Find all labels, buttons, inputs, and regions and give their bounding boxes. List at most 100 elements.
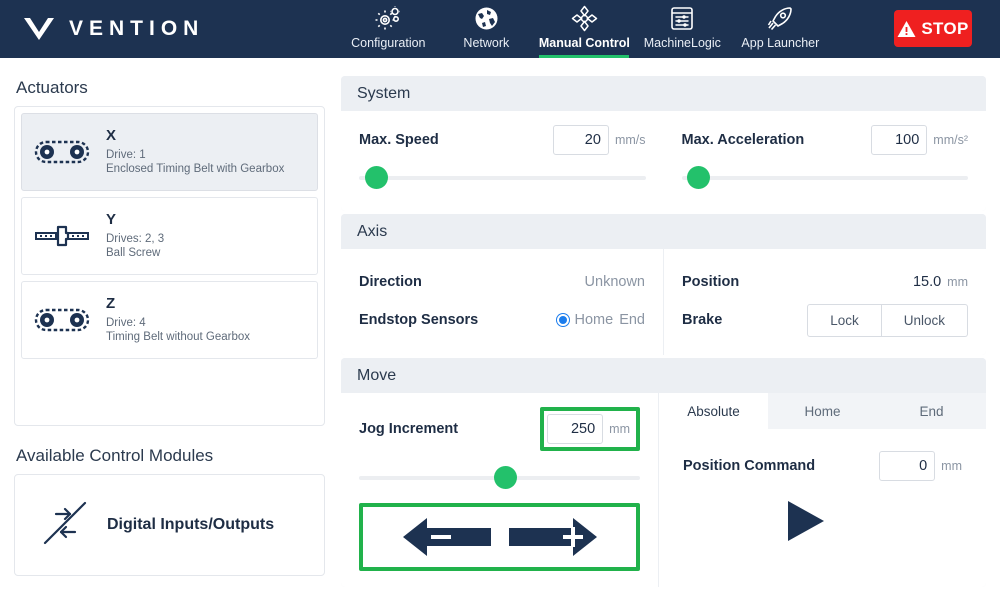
position-command-input[interactable]	[879, 451, 936, 481]
module-label: Digital Inputs/Outputs	[107, 516, 275, 533]
axis-panel-title: Axis	[341, 214, 986, 249]
module-item-digital-io[interactable]: Digital Inputs/Outputs	[14, 474, 325, 576]
actuator-info: Y Drives: 2, 3 Ball Screw	[106, 211, 164, 261]
max-acceleration-label: Max. Acceleration	[681, 132, 805, 148]
stop-button-label: STOP	[921, 18, 969, 38]
nav-item-configuration[interactable]: Configuration	[339, 0, 437, 58]
nav-label: App Launcher	[741, 36, 820, 50]
rocket-icon	[767, 5, 793, 32]
actuator-drive: Drive: 1	[106, 149, 146, 161]
actuator-item-y[interactable]: Y Drives: 2, 3 Ball Screw	[21, 197, 318, 275]
system-panel-title: System	[341, 76, 986, 111]
axis-panel: Axis Direction Unknown Endstop Sensors H…	[341, 214, 986, 355]
jog-increment-highlight: mm	[540, 407, 640, 451]
position-row: Position 15.0 mm	[682, 263, 968, 301]
slider-thumb[interactable]	[364, 166, 388, 189]
actuators-list: X Drive: 1 Enclosed Timing Belt with Gea…	[14, 106, 325, 426]
globe-icon	[474, 5, 499, 32]
stop-button[interactable]: STOP	[894, 10, 972, 47]
jog-increment-label: Jog Increment	[359, 421, 459, 437]
axis-status-group: Direction Unknown Endstop Sensors Home E…	[341, 249, 664, 355]
sliders-window-icon	[670, 5, 694, 32]
max-acceleration-group: Max. Acceleration mm/s²	[664, 111, 987, 211]
nav-item-machinelogic[interactable]: MachineLogic	[633, 0, 731, 58]
brake-row: Brake Lock Unlock	[682, 301, 968, 339]
jog-increment-unit: mm	[609, 422, 630, 436]
modules-title: Available Control Modules	[16, 446, 214, 465]
io-arrows-icon	[39, 497, 91, 554]
brake-unlock-button[interactable]: Unlock	[881, 303, 968, 337]
position-command-numbox: mm	[879, 451, 962, 481]
direction-row: Direction Unknown	[359, 263, 645, 301]
actuator-item-x[interactable]: X Drive: 1 Enclosed Timing Belt with Gea…	[21, 113, 318, 191]
position-unit: mm	[947, 275, 968, 289]
jog-buttons-highlight	[359, 503, 640, 571]
nav-items: Configuration Network Manual Control Mac…	[339, 0, 829, 58]
jog-increment-input[interactable]	[547, 414, 604, 444]
actuator-name: X	[106, 127, 117, 145]
warning-triangle-icon	[897, 20, 916, 37]
endstop-row: Endstop Sensors Home End	[359, 301, 645, 339]
max-acceleration-numbox: mm/s²	[871, 125, 968, 155]
actuator-name: Z	[106, 295, 116, 313]
actuator-name: Y	[106, 211, 117, 229]
move-action-buttons	[683, 499, 962, 546]
actuator-type: Enclosed Timing Belt with Gearbox	[106, 163, 285, 176]
arrow-left-minus-icon	[402, 518, 491, 556]
position-command-label: Position Command	[683, 458, 816, 474]
nav-label: Configuration	[351, 36, 426, 50]
move-axis-icon	[571, 5, 598, 32]
move-panel-title: Move	[341, 358, 986, 393]
position-label: Position	[682, 274, 740, 290]
nav-item-manual-control[interactable]: Manual Control	[535, 0, 633, 58]
max-speed-label: Max. Speed	[359, 132, 439, 148]
slider-thumb[interactable]	[493, 466, 517, 489]
slider-thumb[interactable]	[687, 166, 711, 189]
max-acceleration-slider[interactable]	[681, 165, 968, 191]
ball-screw-icon	[32, 222, 92, 250]
tab-end[interactable]: End	[877, 393, 986, 429]
max-speed-group: Max. Speed mm/s	[341, 111, 664, 211]
brand-name: VENTION	[69, 17, 205, 40]
actuator-drive: Drives: 2, 3	[106, 233, 165, 245]
max-speed-slider[interactable]	[359, 165, 646, 191]
max-acceleration-input[interactable]	[871, 125, 928, 155]
play-button[interactable]	[784, 499, 826, 546]
system-panel-body: Max. Speed mm/s Max. Acceleration	[341, 111, 986, 211]
move-panel-body: Jog Increment mm	[341, 393, 986, 587]
timing-belt-icon	[32, 138, 92, 166]
max-speed-input[interactable]	[552, 125, 609, 155]
move-panel: Move Jog Increment mm	[341, 358, 986, 587]
endstop-label: Endstop Sensors	[359, 312, 479, 328]
actuator-drive: Drive: 4	[106, 317, 146, 329]
jog-increment-slider[interactable]	[359, 465, 640, 491]
actuator-item-z[interactable]: Z Drive: 4 Timing Belt without Gearbox	[21, 281, 318, 359]
brand: VENTION	[0, 16, 204, 42]
brake-label: Brake	[682, 312, 723, 328]
brake-lock-button[interactable]: Lock	[807, 303, 882, 337]
max-acceleration-unit: mm/s²	[933, 133, 968, 147]
nav-item-app-launcher[interactable]: App Launcher	[731, 0, 829, 58]
slider-track	[359, 176, 646, 180]
timing-belt-icon	[32, 306, 92, 334]
actuator-type: Timing Belt without Gearbox	[106, 331, 251, 344]
nav-label: Network	[463, 36, 510, 50]
absolute-tab-panel: Position Command mm	[659, 429, 986, 587]
jog-plus-button[interactable]	[507, 514, 599, 560]
actuator-info: X Drive: 1 Enclosed Timing Belt with Gea…	[106, 127, 284, 177]
right-panels: System Max. Speed mm/s	[341, 58, 986, 590]
actuator-info: Z Drive: 4 Timing Belt without Gearbox	[106, 295, 250, 345]
arrow-right-plus-icon	[508, 518, 597, 556]
tab-absolute[interactable]: Absolute	[659, 393, 768, 429]
jog-minus-button[interactable]	[401, 514, 493, 560]
jog-group: Jog Increment mm	[341, 393, 659, 587]
nav-item-network[interactable]: Network	[437, 0, 535, 58]
tab-home[interactable]: Home	[768, 393, 877, 429]
endstop-indicators: Home End	[556, 312, 645, 328]
position-value: 15.0	[912, 274, 942, 290]
axis-control-group: Position 15.0 mm Brake Lock Unlock	[664, 249, 986, 355]
gears-icon	[375, 5, 402, 32]
slider-track	[681, 176, 968, 180]
nav-label: Manual Control	[538, 36, 630, 50]
left-sidebar: Actuators X Drive: 1 Enclosed Timing Bel…	[14, 58, 325, 590]
